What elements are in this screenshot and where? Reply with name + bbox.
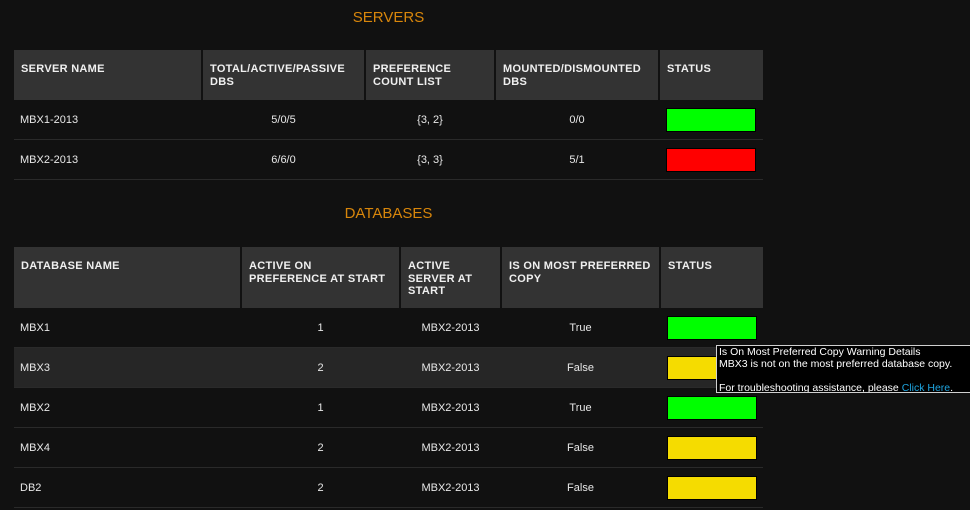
server-row[interactable]: MBX2-2013 6/6/0 {3, 3} 5/1 — [14, 139, 763, 180]
active-server: MBX2-2013 — [400, 427, 501, 468]
tooltip-help-suffix: . — [950, 382, 954, 393]
tooltip-title: Is On Most Preferred Copy Warning Detail… — [719, 346, 921, 358]
tooltip-message: MBX3 is not on the most preferred databa… — [719, 358, 953, 370]
status-indicator[interactable] — [667, 475, 757, 500]
tooltip-spacer — [719, 370, 970, 382]
is-on-most-preferred: True — [501, 308, 660, 348]
mounted-dismounted: 5/1 — [495, 139, 659, 180]
active-server: MBX2-2013 — [400, 308, 501, 348]
status-indicator[interactable] — [667, 435, 757, 460]
preference-count-list: {3, 3} — [365, 139, 495, 180]
column-header-mounted-dismounted[interactable]: MOUNTED/DISMOUNTED DBS — [495, 50, 660, 100]
database-row[interactable]: MBX1 1 MBX2-2013 True — [14, 308, 763, 348]
database-row[interactable]: MBX2 1 MBX2-2013 True — [14, 387, 763, 428]
status-indicator[interactable] — [666, 107, 756, 132]
active-on-preference: 2 — [241, 347, 400, 388]
status-indicator[interactable] — [666, 147, 756, 172]
databases-table: DATABASE NAME ACTIVE ON PREFERENCE AT ST… — [14, 247, 763, 508]
active-on-preference: 1 — [241, 308, 400, 348]
active-server: MBX2-2013 — [400, 347, 501, 388]
column-header-active-on-preference[interactable]: ACTIVE ON PREFERENCE AT START — [241, 247, 401, 308]
server-row[interactable]: MBX1-2013 5/0/5 {3, 2} 0/0 — [14, 100, 763, 140]
column-header-preference-count[interactable]: PREFERENCE COUNT LIST — [365, 50, 496, 100]
total-active-passive: 6/6/0 — [202, 139, 365, 180]
active-on-preference: 1 — [241, 387, 400, 428]
total-active-passive: 5/0/5 — [202, 100, 365, 140]
tooltip-help-prefix: For troubleshooting assistance, please — [719, 382, 902, 393]
database-name: MBX4 — [14, 427, 241, 468]
server-name: MBX2-2013 — [14, 139, 202, 180]
database-row[interactable]: MBX3 2 MBX2-2013 False — [14, 347, 763, 388]
server-name: MBX1-2013 — [14, 100, 202, 140]
servers-section-title: SERVERS — [352, 9, 425, 26]
database-name: MBX1 — [14, 308, 241, 348]
database-row[interactable]: DB2 2 MBX2-2013 False — [14, 467, 763, 508]
warning-tooltip: Is On Most Preferred Copy Warning Detail… — [716, 345, 970, 393]
active-on-preference: 2 — [241, 467, 400, 508]
database-name: DB2 — [14, 467, 241, 508]
column-header-active-server[interactable]: ACTIVE SERVER AT START — [400, 247, 502, 308]
database-row[interactable]: MBX4 2 MBX2-2013 False — [14, 427, 763, 468]
column-header-server-name[interactable]: SERVER NAME — [14, 50, 203, 100]
database-name: MBX3 — [14, 347, 241, 388]
active-server: MBX2-2013 — [400, 387, 501, 428]
active-server: MBX2-2013 — [400, 467, 501, 508]
click-here-link[interactable]: Click Here — [902, 382, 950, 392]
column-header-total-active-passive[interactable]: TOTAL/ACTIVE/PASSIVE DBS — [202, 50, 366, 100]
database-name: MBX2 — [14, 387, 241, 428]
databases-header-row: DATABASE NAME ACTIVE ON PREFERENCE AT ST… — [14, 247, 763, 308]
is-on-most-preferred: False — [501, 347, 660, 388]
databases-section-title: DATABASES — [344, 205, 433, 222]
column-header-status[interactable]: STATUS — [659, 50, 763, 100]
column-header-status[interactable]: STATUS — [660, 247, 763, 308]
is-on-most-preferred: False — [501, 467, 660, 508]
servers-header-row: SERVER NAME TOTAL/ACTIVE/PASSIVE DBS PRE… — [14, 50, 763, 100]
status-indicator[interactable] — [667, 395, 757, 420]
active-on-preference: 2 — [241, 427, 400, 468]
mounted-dismounted: 0/0 — [495, 100, 659, 140]
is-on-most-preferred: True — [501, 387, 660, 428]
status-indicator[interactable] — [667, 315, 757, 340]
tooltip-help: For troubleshooting assistance, please C… — [719, 382, 970, 393]
column-header-most-preferred[interactable]: IS ON MOST PREFERRED COPY — [501, 247, 661, 308]
servers-table: SERVER NAME TOTAL/ACTIVE/PASSIVE DBS PRE… — [14, 50, 763, 180]
column-header-database-name[interactable]: DATABASE NAME — [14, 247, 242, 308]
is-on-most-preferred: False — [501, 427, 660, 468]
preference-count-list: {3, 2} — [365, 100, 495, 140]
